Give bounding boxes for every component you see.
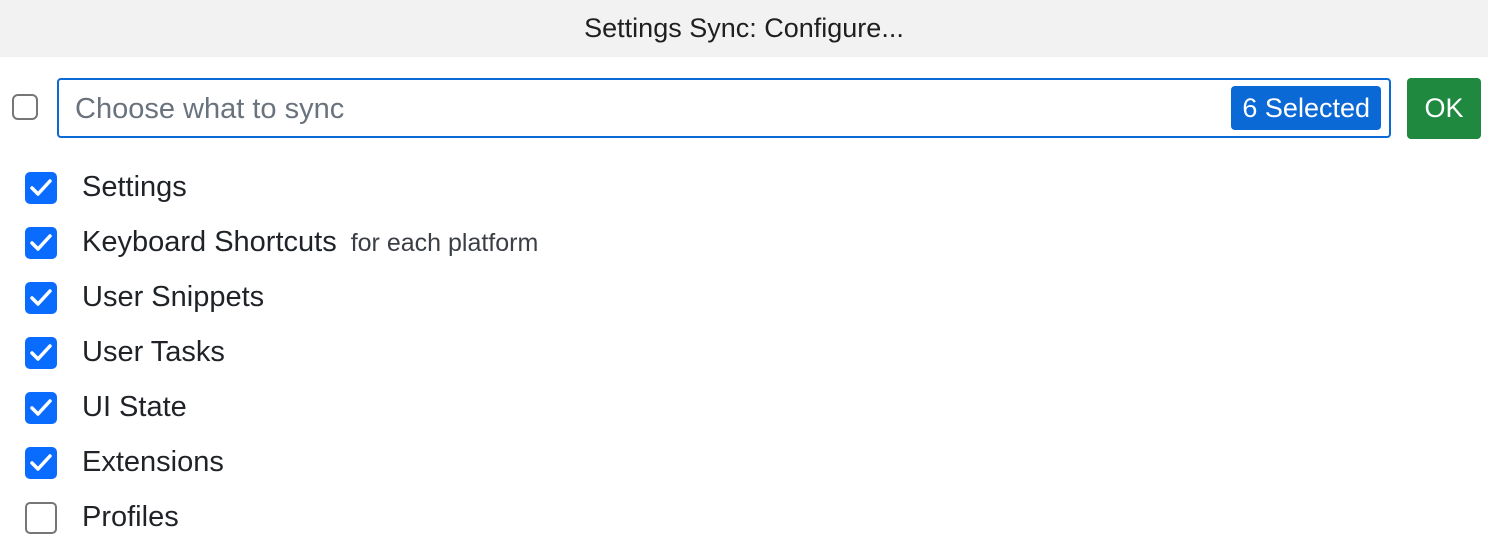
list-item-keyboard-shortcuts[interactable]: Keyboard Shortcuts for each platform — [0, 215, 1488, 270]
list-item-profiles[interactable]: Profiles — [0, 490, 1488, 545]
checkbox-unchecked[interactable] — [25, 502, 57, 534]
list-item-settings[interactable]: Settings — [0, 160, 1488, 215]
item-label-container: Keyboard Shortcuts for each platform — [82, 226, 538, 259]
item-label: UI State — [82, 391, 187, 423]
item-description: for each platform — [350, 229, 539, 257]
sync-filter-input[interactable] — [73, 88, 1197, 130]
select-all-checkbox[interactable] — [12, 94, 38, 120]
checkbox-checked[interactable] — [25, 447, 57, 479]
title-text: Settings Sync: Configure... — [584, 13, 904, 43]
item-label: User Tasks — [82, 336, 225, 368]
checkbox-checked[interactable] — [25, 392, 57, 424]
check-icon — [30, 289, 52, 306]
check-icon — [30, 234, 52, 251]
selected-count-badge: 6 Selected — [1231, 86, 1381, 130]
list-item-user-snippets[interactable]: User Snippets — [0, 270, 1488, 325]
check-icon — [30, 399, 52, 416]
checkbox-checked[interactable] — [25, 227, 57, 259]
item-label: Extensions — [82, 446, 224, 478]
check-icon — [30, 454, 52, 471]
list-item-ui-state[interactable]: UI State — [0, 380, 1488, 435]
dialog-title: Settings Sync: Configure... — [0, 0, 1488, 57]
item-label: Profiles — [82, 501, 179, 533]
ok-button[interactable]: OK — [1407, 78, 1481, 139]
item-label: Settings — [82, 171, 187, 203]
item-label: Keyboard Shortcuts — [82, 226, 337, 258]
check-icon — [30, 344, 52, 361]
checkbox-checked[interactable] — [25, 337, 57, 369]
checkbox-checked[interactable] — [25, 172, 57, 204]
checkbox-checked[interactable] — [25, 282, 57, 314]
sync-filter-input-container[interactable]: 6 Selected — [57, 78, 1391, 138]
list-item-extensions[interactable]: Extensions — [0, 435, 1488, 490]
item-label: User Snippets — [82, 281, 265, 313]
check-icon — [30, 179, 52, 196]
list-item-user-tasks[interactable]: User Tasks — [0, 325, 1488, 380]
